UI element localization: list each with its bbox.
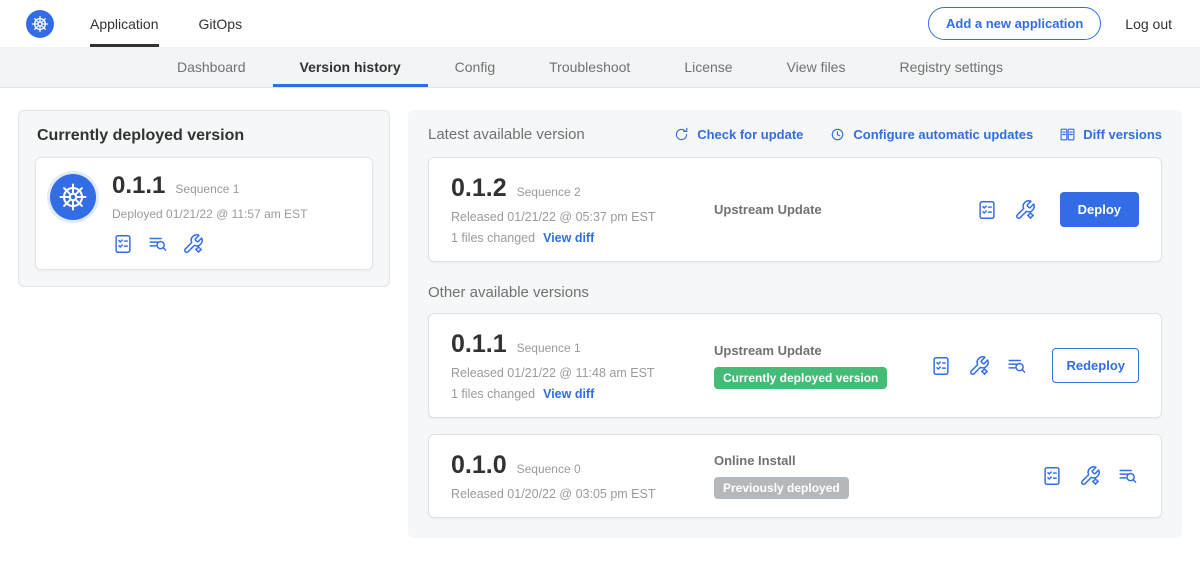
subnav-tab-view-files[interactable]: View files: [760, 47, 873, 87]
files-changed-label: 1 files changed: [451, 231, 535, 245]
latest-version-header: Latest available version Check for updat…: [428, 126, 1162, 143]
currently-deployed-badge: Currently deployed version: [714, 367, 887, 389]
latest-version-title: Latest available version: [428, 126, 585, 143]
version-source: Online Install Previously deployed: [706, 453, 1041, 499]
version-info: 0.1.1 Sequence 1 Released 01/21/22 @ 11:…: [451, 330, 706, 401]
released-timestamp: Released 01/21/22 @ 05:37 pm EST: [451, 210, 706, 224]
version-info: 0.1.2 Sequence 2 Released 01/21/22 @ 05:…: [451, 174, 706, 245]
deployed-timestamp: Deployed 01/21/22 @ 11:57 am EST: [112, 207, 307, 221]
subnav-tab-troubleshoot[interactable]: Troubleshoot: [522, 47, 657, 87]
release-notes-icon[interactable]: [976, 199, 998, 221]
edit-config-icon[interactable]: [1014, 199, 1036, 221]
nav-tab-gitops[interactable]: GitOps: [199, 0, 243, 47]
version-card-0-1-0: 0.1.0 Sequence 0 Released 01/20/22 @ 03:…: [428, 434, 1162, 518]
navbar-right: Add a new application Log out: [928, 0, 1172, 47]
redeploy-button[interactable]: Redeploy: [1052, 348, 1139, 383]
diff-versions-label: Diff versions: [1083, 127, 1162, 142]
edit-config-icon[interactable]: [968, 355, 990, 377]
sequence-label: Sequence 2: [517, 185, 581, 199]
version-card-0-1-1: 0.1.1 Sequence 1 Released 01/21/22 @ 11:…: [428, 313, 1162, 418]
add-application-button[interactable]: Add a new application: [928, 7, 1101, 40]
view-diff-link[interactable]: View diff: [543, 231, 594, 245]
deployed-version-info: 0.1.1 Sequence 1 Deployed 01/21/22 @ 11:…: [112, 172, 307, 255]
preview-files-icon[interactable]: [1006, 355, 1028, 377]
previously-deployed-badge: Previously deployed: [714, 477, 849, 499]
released-timestamp: Released 01/21/22 @ 11:48 am EST: [451, 366, 706, 380]
app-logo: [26, 0, 54, 47]
configure-automatic-updates-link[interactable]: Configure automatic updates: [829, 126, 1033, 143]
diff-icon: [1059, 126, 1076, 143]
subnav-tab-registry-settings[interactable]: Registry settings: [872, 47, 1029, 87]
version-number: 0.1.0: [451, 451, 507, 480]
preview-files-icon[interactable]: [147, 233, 169, 255]
version-info: 0.1.0 Sequence 0 Released 01/20/22 @ 03:…: [451, 451, 706, 501]
deployed-sequence-label: Sequence 1: [175, 182, 239, 196]
release-notes-icon[interactable]: [930, 355, 952, 377]
preview-files-icon[interactable]: [1117, 465, 1139, 487]
configure-automatic-updates-label: Configure automatic updates: [853, 127, 1033, 142]
clock-icon: [829, 126, 846, 143]
version-source: Upstream Update: [706, 202, 976, 217]
deployed-version-number: 0.1.1: [112, 172, 165, 200]
version-number: 0.1.2: [451, 174, 507, 203]
currently-deployed-panel: Currently deployed version 0.1.1 Sequenc…: [18, 110, 390, 287]
currently-deployed-title: Currently deployed version: [37, 127, 373, 145]
source-label: Upstream Update: [714, 202, 976, 217]
view-diff-link[interactable]: View diff: [543, 387, 594, 401]
subnav-tab-config[interactable]: Config: [428, 47, 522, 87]
refresh-icon: [673, 126, 690, 143]
nav-tab-application[interactable]: Application: [90, 0, 159, 47]
subnav-tab-version-history[interactable]: Version history: [273, 47, 428, 87]
top-navbar: Application GitOps Add a new application…: [0, 0, 1200, 47]
check-for-update-link[interactable]: Check for update: [673, 126, 803, 143]
sequence-label: Sequence 1: [517, 341, 581, 355]
deployed-version-card: 0.1.1 Sequence 1 Deployed 01/21/22 @ 11:…: [35, 157, 373, 270]
subnav-tab-license[interactable]: License: [657, 47, 759, 87]
main-content: Currently deployed version 0.1.1 Sequenc…: [0, 88, 1200, 538]
released-timestamp: Released 01/20/22 @ 03:05 pm EST: [451, 487, 706, 501]
app-subnav: Dashboard Version history Config Trouble…: [0, 47, 1200, 88]
release-notes-icon[interactable]: [112, 233, 134, 255]
source-label: Online Install: [714, 453, 1041, 468]
version-card-0-1-2: 0.1.2 Sequence 2 Released 01/21/22 @ 05:…: [428, 157, 1162, 262]
version-number: 0.1.1: [451, 330, 507, 359]
other-versions-title: Other available versions: [428, 284, 1162, 301]
app-icon: [50, 174, 96, 220]
logout-link[interactable]: Log out: [1125, 16, 1172, 32]
source-label: Upstream Update: [714, 343, 930, 358]
deploy-button[interactable]: Deploy: [1060, 192, 1139, 227]
check-for-update-label: Check for update: [697, 127, 803, 142]
version-history-panel: Latest available version Check for updat…: [408, 110, 1182, 538]
edit-config-icon[interactable]: [182, 233, 204, 255]
diff-versions-link[interactable]: Diff versions: [1059, 126, 1162, 143]
subnav-tab-dashboard[interactable]: Dashboard: [150, 47, 273, 87]
files-changed-label: 1 files changed: [451, 387, 535, 401]
sequence-label: Sequence 0: [517, 462, 581, 476]
edit-config-icon[interactable]: [1079, 465, 1101, 487]
version-source: Upstream Update Currently deployed versi…: [706, 343, 930, 389]
release-notes-icon[interactable]: [1041, 465, 1063, 487]
kubernetes-logo-icon: [26, 10, 54, 38]
